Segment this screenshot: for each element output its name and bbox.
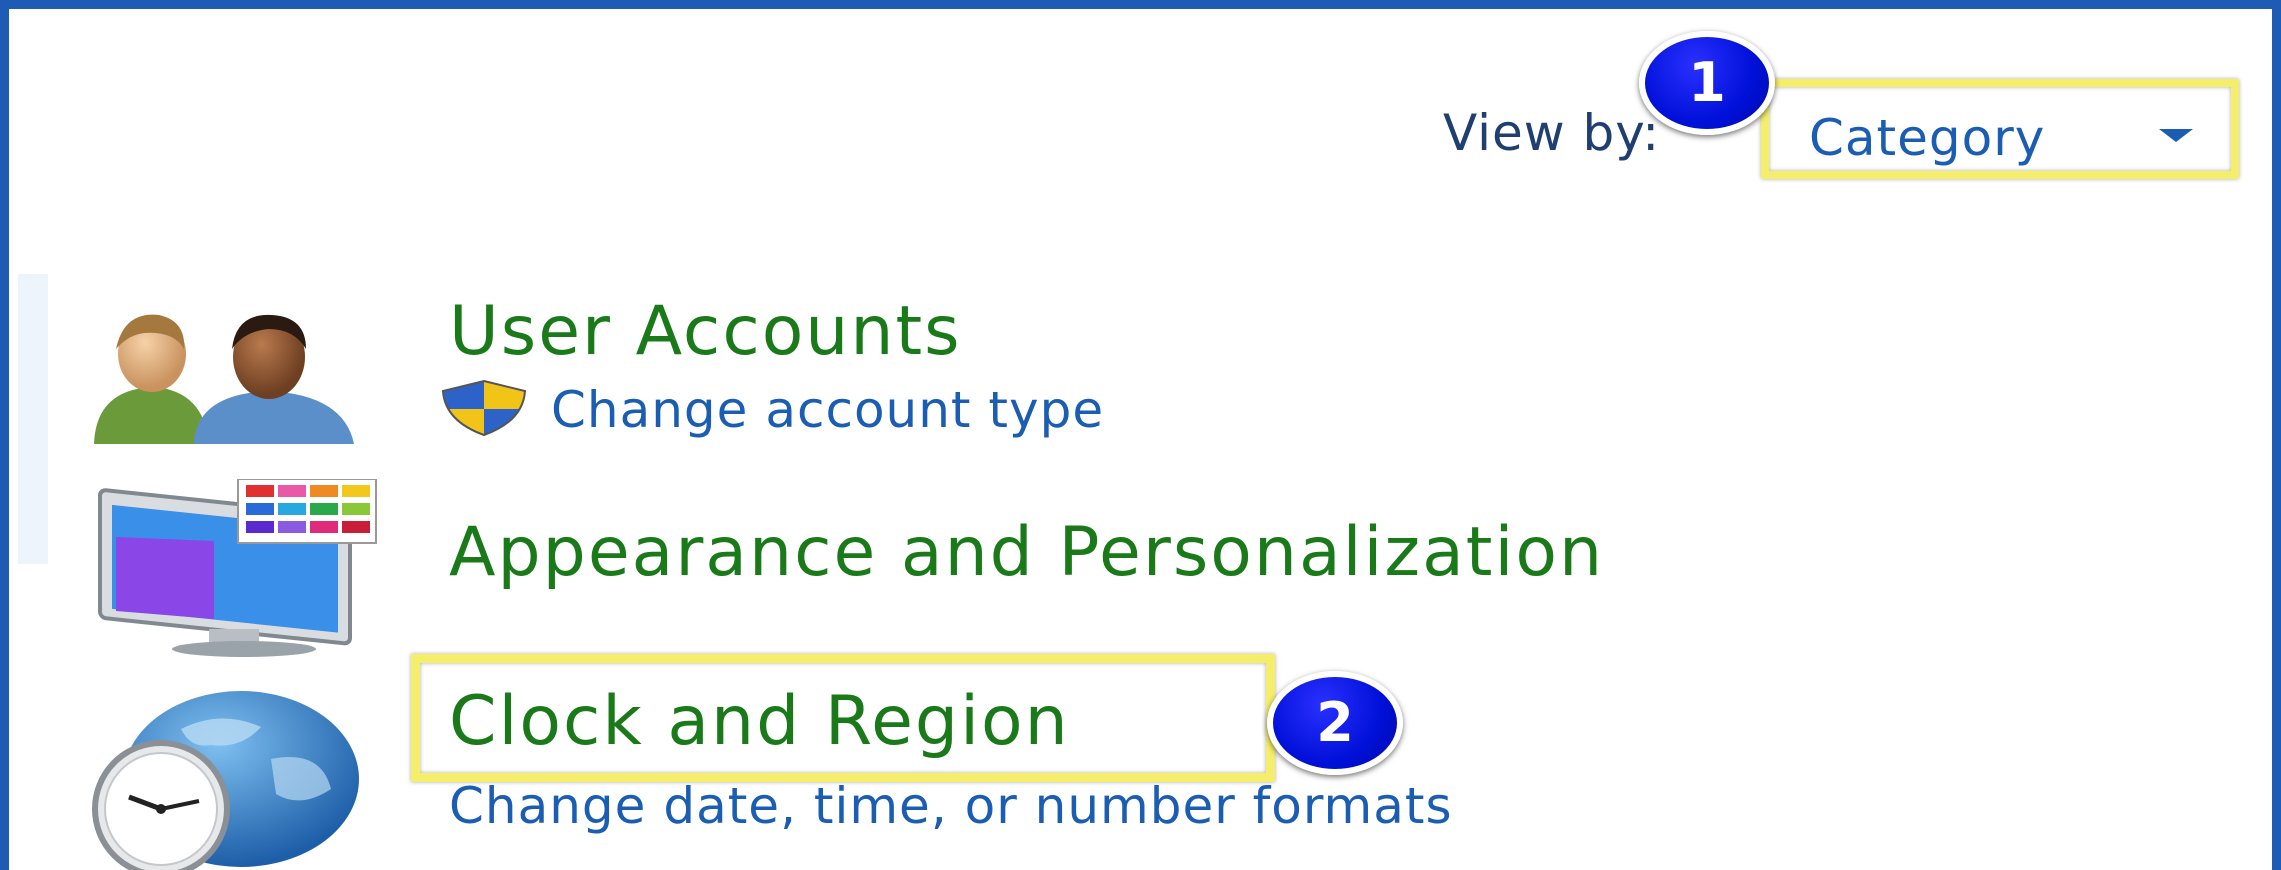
view-by-dropdown[interactable]: Category	[1761, 79, 2239, 179]
hover-highlight-strip	[18, 274, 48, 564]
globe-clock-icon	[92, 691, 359, 870]
monitor-color-palette-icon	[98, 479, 377, 657]
category-title-clock-region[interactable]: Clock and Region	[449, 682, 1070, 761]
category-title-user-accounts[interactable]: User Accounts	[449, 292, 962, 371]
step-badge-2: 2	[1267, 671, 1403, 775]
link-change-account-type[interactable]: Change account type	[551, 381, 1104, 439]
step-badge-1: 1	[1639, 31, 1775, 135]
control-panel-window: View by: Category 1 User Accounts Change…	[0, 0, 2281, 870]
view-by-label: View by:	[1443, 104, 1661, 162]
category-title-appearance[interactable]: Appearance and Personalization	[449, 513, 1604, 592]
uac-shield-icon	[441, 379, 527, 437]
link-change-date-time-formats[interactable]: Change date, time, or number formats	[449, 777, 1453, 835]
view-by-value: Category	[1809, 109, 2046, 167]
users-icon	[94, 314, 354, 444]
caret-down-icon	[2159, 129, 2193, 142]
